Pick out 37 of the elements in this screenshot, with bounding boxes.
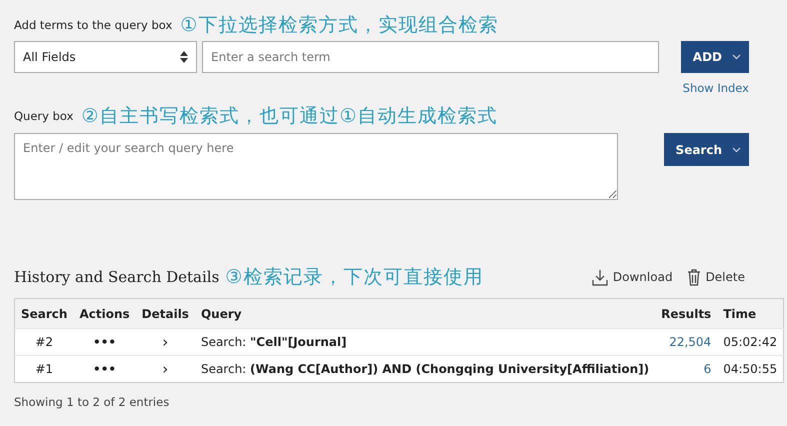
search-term-field[interactable]: Enter a search term bbox=[202, 41, 659, 73]
results-link[interactable]: 6 bbox=[704, 362, 712, 376]
annotation-text: ②自主书写检索式，也可通过①自动生成检索式 bbox=[81, 104, 498, 129]
caret-icon bbox=[732, 54, 741, 60]
table-cell: 04:50:55 bbox=[717, 356, 784, 382]
column-header: Query bbox=[194, 298, 656, 328]
details-toggle[interactable]: › bbox=[136, 356, 195, 382]
annotation-text: ③检索记录，下次可直接使用 bbox=[225, 265, 484, 290]
column-header: Time bbox=[717, 298, 784, 328]
sort-icon bbox=[180, 51, 188, 63]
table-cell: #2 bbox=[14, 328, 74, 356]
table-cell: Search: "Cell"[Journal] bbox=[194, 328, 656, 356]
add-button[interactable]: ADD bbox=[680, 41, 749, 73]
query-label: Query box bbox=[14, 109, 74, 123]
entries-count: Showing 1 to 2 of 2 entries bbox=[14, 395, 170, 409]
download-icon bbox=[592, 268, 608, 286]
details-toggle[interactable]: › bbox=[136, 328, 195, 356]
delete-button[interactable]: Delete bbox=[686, 268, 745, 286]
field-select[interactable]: All Fields bbox=[14, 41, 197, 73]
table-cell: 05:02:42 bbox=[717, 328, 784, 356]
trash-icon bbox=[686, 268, 701, 286]
download-button[interactable]: Download bbox=[592, 268, 673, 286]
column-header: Search bbox=[14, 298, 74, 328]
search-button[interactable]: Search bbox=[664, 133, 749, 166]
table-cell: #1 bbox=[14, 356, 74, 382]
annotation-text: ①下拉选择检索方式，实现组合检索 bbox=[180, 13, 498, 38]
column-header: Actions bbox=[73, 298, 136, 328]
table-cell: Search: (Wang CC[Author]) AND (Chongqing University[Affiliation]) bbox=[194, 356, 656, 382]
actions-menu[interactable]: ••• bbox=[73, 356, 136, 382]
query-field[interactable]: Enter / edit your search query here bbox=[14, 133, 618, 200]
actions-menu[interactable]: ••• bbox=[73, 328, 136, 356]
column-header: Results bbox=[655, 298, 718, 328]
show-index-link[interactable]: Show Index bbox=[682, 81, 749, 95]
field-label: Add terms to the query box bbox=[14, 18, 172, 32]
column-header: Details bbox=[136, 298, 195, 328]
caret-icon bbox=[732, 146, 741, 152]
section-title: History and Search Details bbox=[14, 268, 220, 286]
